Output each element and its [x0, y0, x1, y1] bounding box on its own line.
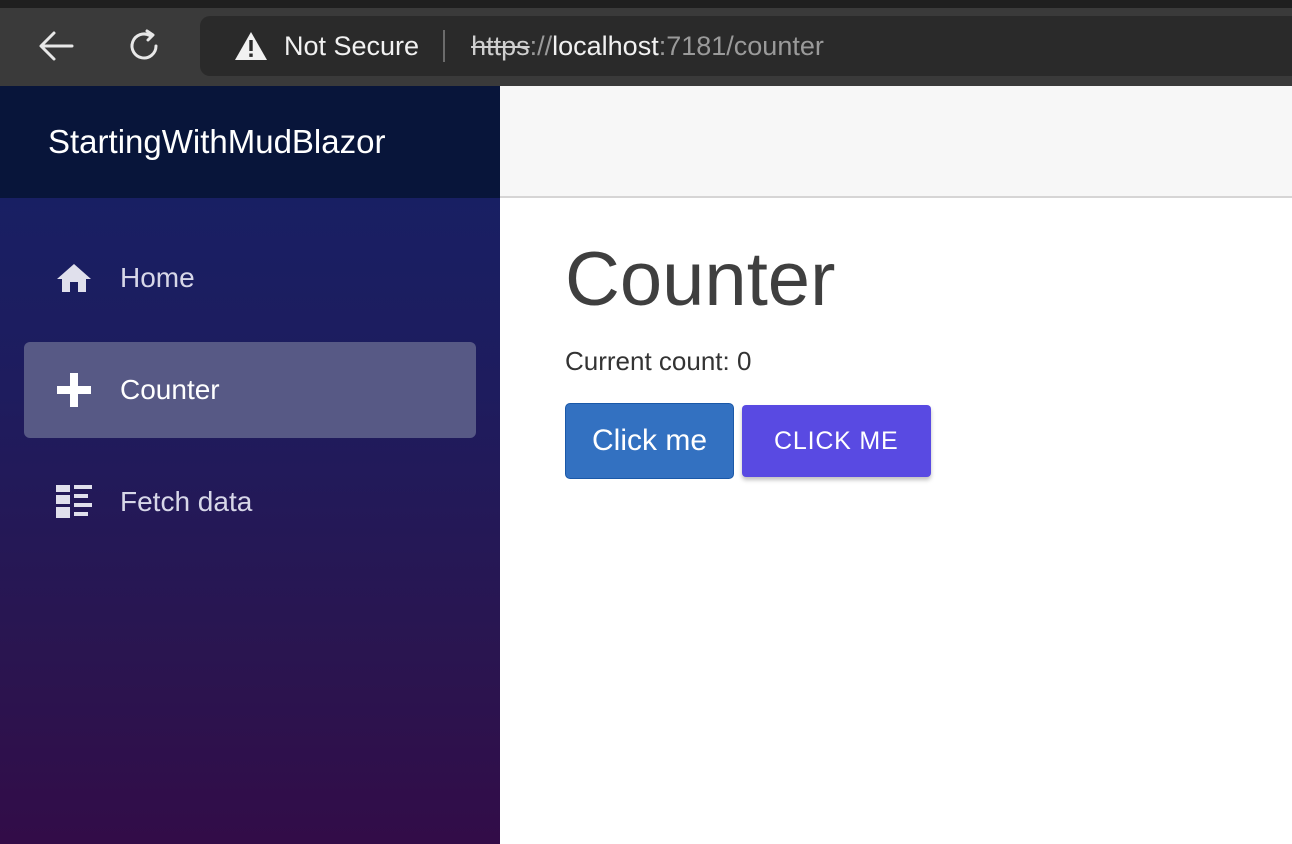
mud-click-me-button[interactable]: Click me — [742, 405, 931, 477]
url-host: localhost — [552, 30, 659, 61]
brand-link[interactable]: StartingWithMudBlazor — [48, 123, 385, 161]
nav-item-label: Fetch data — [120, 486, 253, 517]
address-divider — [443, 30, 446, 62]
nav-menu: Home Counter Fetch data — [0, 198, 500, 550]
sidebar: StartingWithMudBlazor Home Counter Fetch… — [0, 86, 500, 844]
nav-item-label: Counter — [120, 374, 220, 405]
security-label: Not Secure — [284, 30, 420, 61]
nav-item-home[interactable]: Home — [24, 230, 476, 326]
click-me-button[interactable]: Click me — [565, 403, 735, 479]
main-content: Counter Current count: 0 Click me Click … — [565, 236, 1265, 479]
back-button[interactable] — [32, 24, 80, 68]
plus-icon — [54, 370, 94, 410]
home-icon — [54, 258, 94, 298]
top-row — [500, 86, 1292, 198]
address-bar[interactable]: Not Secure https://localhost:7181/counte… — [200, 16, 1292, 76]
security-indicator[interactable]: Not Secure — [200, 16, 419, 76]
browser-toolbar: Not Secure https://localhost:7181/counte… — [0, 0, 1292, 86]
list-icon — [54, 482, 94, 522]
button-row: Click me Click me — [565, 403, 1265, 479]
page-title: Counter — [565, 237, 836, 322]
url-separator: :// — [529, 30, 553, 61]
brand-header: StartingWithMudBlazor — [0, 86, 500, 198]
nav-item-fetch-data[interactable]: Fetch data — [24, 454, 476, 550]
url-path: :7181/counter — [658, 30, 824, 61]
warning-icon — [235, 32, 267, 60]
back-arrow-icon — [39, 31, 74, 61]
url-text[interactable]: https://localhost:7181/counter — [471, 31, 824, 62]
reload-button[interactable] — [120, 24, 168, 68]
nav-item-counter[interactable]: Counter — [24, 342, 476, 438]
current-count: Current count: 0 — [565, 346, 752, 376]
nav-item-label: Home — [120, 262, 195, 293]
reload-icon — [130, 29, 158, 60]
url-scheme: https — [471, 30, 530, 61]
